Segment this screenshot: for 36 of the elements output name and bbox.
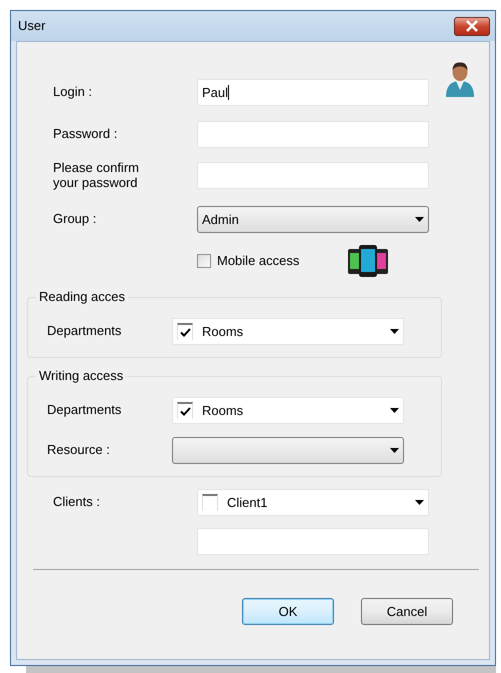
caret-icon [390, 408, 399, 413]
caret-icon [390, 328, 399, 334]
dropdown[interactable]: Admin [197, 206, 429, 233]
caret-icon [415, 216, 424, 222]
field-label: Resource : [46, 442, 111, 458]
caret-icon [415, 500, 424, 505]
group-title: Reading acces [36, 288, 128, 304]
field-label: Departments [46, 402, 122, 418]
dialog-button[interactable]: Cancel [361, 598, 453, 625]
phones-icon [347, 244, 390, 278]
field-label: Group : [52, 212, 98, 227]
field-label: Please confirm your password [52, 161, 140, 191]
caret-icon [390, 448, 399, 453]
field-label: Login : [52, 85, 94, 100]
group-title: Writing access [36, 368, 126, 384]
checkbox[interactable] [177, 322, 193, 340]
input-field[interactable] [197, 528, 429, 555]
checkbox[interactable] [202, 494, 218, 511]
checkbox-label: Mobile access [217, 252, 300, 270]
dropdown[interactable]: Rooms [172, 318, 404, 345]
dialog-button[interactable]: OK [242, 598, 334, 625]
dropdown[interactable]: Client1 [197, 488, 429, 516]
close-icon [465, 20, 479, 32]
input-field[interactable] [197, 162, 429, 190]
field-label: Departments [46, 324, 122, 339]
dropdown[interactable]: Rooms [172, 396, 404, 424]
checkbox[interactable] [197, 254, 211, 268]
close-button[interactable] [454, 16, 490, 36]
window-title: User [18, 17, 46, 36]
input-field[interactable]: Paul [197, 79, 429, 106]
field-label: Password : [52, 127, 118, 142]
input-field[interactable] [197, 121, 429, 148]
dropdown[interactable] [172, 436, 404, 464]
user-icon [443, 60, 477, 98]
checkbox[interactable] [177, 402, 193, 419]
field-label: Clients : [52, 494, 101, 510]
